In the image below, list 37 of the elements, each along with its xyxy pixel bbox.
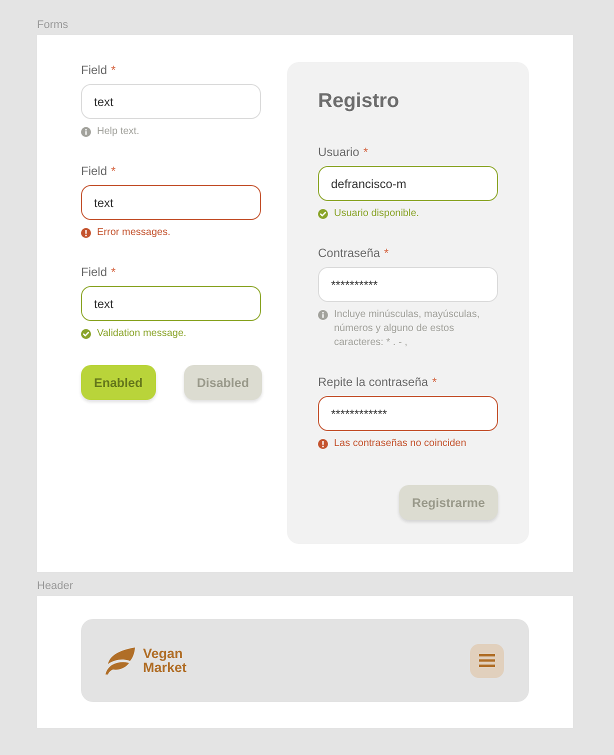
section-label: Forms: [37, 18, 70, 33]
required-asterisk: *: [111, 264, 116, 280]
input-field[interactable]: defrancisco-m: [318, 166, 498, 201]
menu-icon: [479, 654, 495, 667]
info-icon: [318, 310, 328, 320]
error-message: Las contraseñas no coinciden: [334, 437, 466, 451]
brand-name: Vegan Market: [143, 646, 187, 674]
menu-button[interactable]: [470, 644, 504, 678]
required-asterisk: *: [432, 374, 437, 390]
validation-message: Usuario disponible.: [334, 207, 420, 221]
check-icon: [318, 209, 328, 219]
input-field[interactable]: ************: [318, 396, 498, 431]
required-asterisk: *: [363, 144, 368, 160]
field-label: Field: [81, 264, 108, 280]
input-field[interactable]: text: [81, 286, 261, 321]
required-asterisk: *: [111, 62, 116, 78]
field-label: Contraseña: [318, 245, 380, 261]
validation-message: Validation message.: [97, 327, 186, 341]
error-message: Error messages.: [97, 226, 170, 240]
help-text: Incluye minúsculas, mayúsculas, números y alguno de estos caracteres: * . - ,: [334, 308, 481, 350]
input-field[interactable]: text: [81, 84, 261, 119]
error-icon: [81, 228, 91, 238]
info-icon: [81, 127, 91, 137]
required-asterisk: *: [384, 245, 389, 261]
field-label: Repite la contraseña: [318, 374, 428, 390]
error-icon: [318, 439, 328, 449]
check-icon: [81, 329, 91, 339]
field-label: Field: [81, 163, 108, 179]
field-label: Usuario: [318, 144, 360, 160]
card-title: Registro: [318, 89, 400, 114]
field-label: Field: [81, 62, 108, 78]
help-text: Help text.: [97, 125, 140, 139]
section-label: Header: [37, 579, 74, 594]
leaf-icon: [105, 646, 136, 674]
input-field[interactable]: text: [81, 185, 261, 220]
required-asterisk: *: [111, 163, 116, 179]
input-field[interactable]: **********: [318, 267, 498, 302]
